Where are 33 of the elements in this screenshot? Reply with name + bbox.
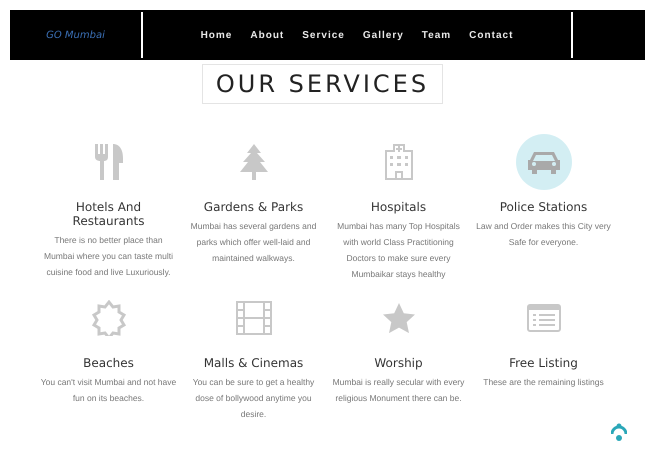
service-description: Law and Order makes this City very Safe for everyone. <box>475 220 612 249</box>
service-description: Mumbai has many Top Hospitals with world Class Practitioning Doctors to make sure every Mumbaikar stays healthy <box>336 220 461 281</box>
service-title: Hotels And Restaurants <box>72 200 146 228</box>
nav-link[interactable]: About <box>241 30 294 40</box>
tree-icon <box>238 143 268 181</box>
service-title: Free Listing <box>508 356 579 370</box>
service-description: These are the remaining listings <box>482 376 605 389</box>
logo[interactable]: GO Mumbai <box>10 12 143 58</box>
fork-knife-icon <box>94 143 124 181</box>
service-title: Worship <box>373 356 424 370</box>
section-heading: OUR SERVICES <box>202 64 443 104</box>
service-title: Beaches <box>82 356 135 370</box>
service-description: Mumbai has several gardens and parks which offer well-laid and maintained walkways. <box>190 220 318 265</box>
service-description: You can be sure to get a healthy dose of bollywood anytime you desire. <box>192 376 316 421</box>
hospital-icon <box>384 144 412 180</box>
service-description: There is no better place than Mumbai where you can taste multi cuisine food and live Luxuriously. <box>43 234 174 279</box>
car-icon <box>526 149 560 175</box>
service-title: Malls & Cinemas <box>202 356 304 370</box>
nav-link[interactable]: Gallery <box>354 30 413 40</box>
accessibility-icon[interactable] <box>611 423 627 443</box>
star-icon <box>382 302 416 334</box>
service-title: Police Stations <box>498 200 588 214</box>
nav-link[interactable]: Contact <box>460 30 522 40</box>
service-description: You can't visit Mumbai and not have fun on its beaches. <box>40 376 178 405</box>
service-description: Mumbai is really secular with every religious Monument there can be. <box>332 376 466 405</box>
service-title: Gardens & Parks <box>202 200 304 214</box>
nav-link[interactable]: Home <box>192 30 242 40</box>
sun-icon <box>90 300 126 336</box>
nav-link[interactable]: Service <box>293 30 354 40</box>
service-title: Hospitals <box>370 200 428 214</box>
list-icon <box>526 304 560 332</box>
nav-link[interactable]: Team <box>412 30 460 40</box>
film-icon <box>236 301 272 335</box>
